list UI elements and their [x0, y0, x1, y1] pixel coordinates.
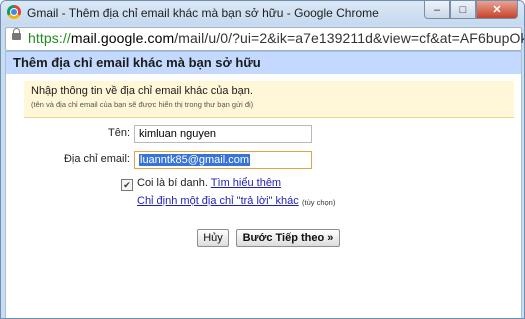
- reply-to-link[interactable]: Chỉ định một địa chỉ "trả lời" khác: [137, 195, 299, 207]
- url-path: /mail/u/0/?ui=2&ik=a7e139211d&view=cf&at…: [174, 30, 525, 46]
- url-host: mail.google.com: [70, 30, 175, 46]
- chrome-logo-icon: [7, 5, 21, 19]
- browser-window: Gmail - Thêm địa chỉ email khác mà bạn s…: [0, 0, 525, 319]
- name-field[interactable]: [134, 125, 312, 143]
- dialog-title: Thêm địa chỉ email khác mà bạn sở hữu: [13, 55, 261, 70]
- cancel-button[interactable]: Hủy: [197, 229, 229, 247]
- intro-note: (tên và địa chỉ email của bạn sẽ được hi…: [31, 100, 254, 109]
- next-step-button[interactable]: Bước Tiếp theo »: [236, 229, 340, 247]
- alias-checkbox[interactable]: ✔: [121, 179, 133, 191]
- intro-text: Nhập thông tin về địa chỉ email khác của…: [31, 85, 253, 97]
- close-button[interactable]: ✕: [476, 1, 518, 19]
- learn-more-link[interactable]: Tìm hiểu thêm: [211, 177, 281, 189]
- name-label: Tên:: [107, 127, 130, 139]
- alias-checkbox-label: Coi là bí danh.: [137, 177, 208, 189]
- optional-note: (tùy chọn): [302, 198, 336, 207]
- lock-icon: [12, 28, 21, 40]
- minimize-button[interactable]: –: [424, 1, 450, 19]
- address-bar[interactable]: https://mail.google.com/mail/u/0/?ui=2&i…: [5, 27, 525, 51]
- maximize-button[interactable]: □: [450, 1, 476, 19]
- window-controls: – □ ✕: [424, 1, 518, 19]
- title-bar[interactable]: Gmail - Thêm địa chỉ email khác mà bạn s…: [1, 1, 524, 25]
- intro-box: Nhập thông tin về địa chỉ email khác của…: [24, 81, 514, 118]
- dialog: Thêm địa chỉ email khác mà bạn sở hữu Nh…: [5, 51, 522, 318]
- alias-row: Coi là bí danh. Tìm hiểu thêm: [137, 177, 281, 189]
- email-value: luanntk85@gmail.com: [139, 154, 250, 166]
- url-scheme: https://: [28, 30, 71, 46]
- email-label: Địa chỉ email:: [63, 153, 130, 165]
- email-field[interactable]: luanntk85@gmail.com: [134, 151, 312, 169]
- window-title: Gmail - Thêm địa chỉ email khác mà bạn s…: [27, 6, 379, 20]
- dialog-header: Thêm địa chỉ email khác mà bạn sở hữu: [6, 52, 521, 74]
- url-text[interactable]: https://mail.google.com/mail/u/0/?ui=2&i…: [28, 30, 525, 46]
